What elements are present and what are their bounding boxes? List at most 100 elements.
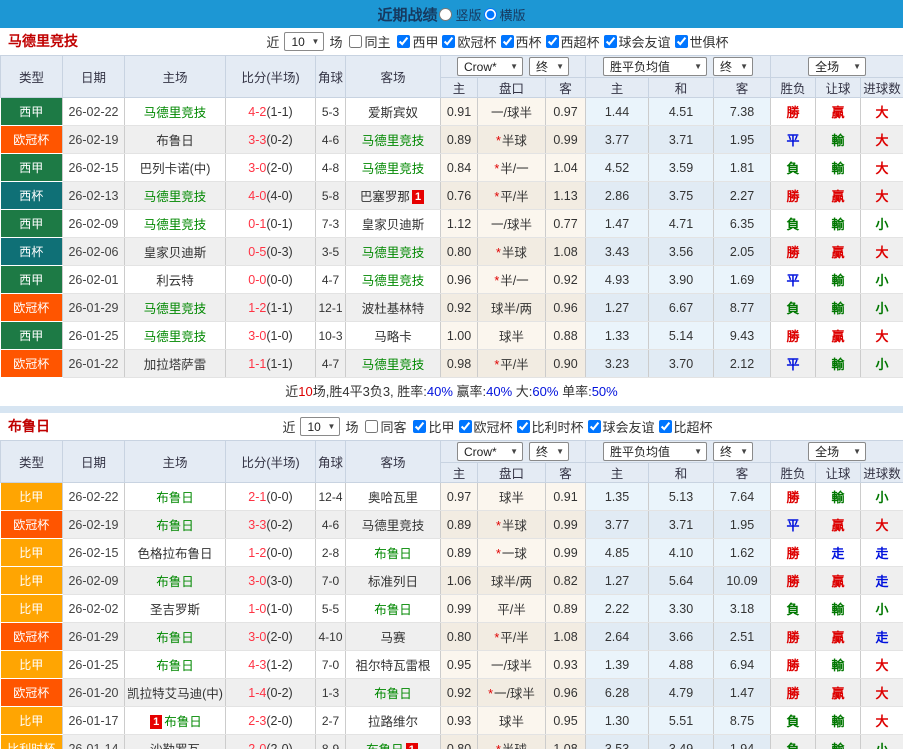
- handicap-away-odds: 0.99: [545, 125, 587, 154]
- wdl-result: 勝: [770, 237, 817, 266]
- away-team[interactable]: 马德里竞技: [362, 358, 425, 372]
- vertical-radio[interactable]: [439, 7, 453, 21]
- avg-home-odds: 1.39: [585, 650, 650, 679]
- league-checkbox[interactable]: [442, 35, 456, 48]
- scope-select[interactable]: 全场: [808, 57, 867, 76]
- league-checkbox[interactable]: [413, 420, 427, 433]
- note-badge: 1: [150, 715, 163, 729]
- bookmaker-select[interactable]: Crow*: [457, 442, 524, 461]
- match-date: 26-02-22: [62, 482, 125, 511]
- league-checkbox[interactable]: [545, 35, 559, 48]
- away-team[interactable]: 马德里竞技: [362, 134, 425, 148]
- home-team-cell: 布鲁日: [124, 510, 226, 539]
- col-away: 客场: [345, 440, 441, 483]
- col-handicap: 盘口: [477, 77, 546, 98]
- halftime-score: (0-1): [266, 216, 293, 231]
- away-team[interactable]: 布鲁日: [374, 687, 412, 701]
- layout-radio-horizontal[interactable]: 横版: [483, 5, 526, 24]
- match-count-select[interactable]: 10: [300, 417, 341, 436]
- horizontal-radio[interactable]: [483, 7, 497, 21]
- bookmaker-select[interactable]: Crow*: [457, 57, 524, 76]
- corners-cell: 8-9: [315, 734, 346, 749]
- league-checkbox[interactable]: [458, 420, 472, 433]
- layout-radio-vertical[interactable]: 竖版: [439, 5, 482, 24]
- same-away-check[interactable]: [365, 420, 379, 433]
- avg-final-value: 终: [720, 60, 733, 74]
- league-checkbox[interactable]: [658, 420, 672, 433]
- league-filter-西超杯[interactable]: 西超杯: [545, 32, 600, 51]
- home-team[interactable]: 布鲁日: [164, 715, 202, 729]
- league-filter-西甲[interactable]: 西甲: [397, 32, 438, 51]
- handicap-home-odds: 0.80: [440, 622, 478, 651]
- avg-away-odds: 1.47: [713, 678, 772, 707]
- wdl-result: 勝: [770, 181, 817, 210]
- away-team[interactable]: 马德里竞技: [362, 162, 425, 176]
- home-team[interactable]: 马德里竞技: [144, 106, 207, 120]
- handicap-star: *: [494, 162, 500, 176]
- corners-cell: 3-5: [315, 237, 346, 266]
- avg-select[interactable]: 胜平负均值: [603, 442, 708, 461]
- league-checkbox[interactable]: [500, 35, 514, 48]
- home-team[interactable]: 布鲁日: [156, 519, 194, 533]
- away-team[interactable]: 布鲁日: [374, 603, 412, 617]
- scope-select[interactable]: 全场: [808, 442, 867, 461]
- handicap-home-odds: 0.92: [440, 293, 478, 322]
- avg-select[interactable]: 胜平负均值: [603, 57, 708, 76]
- league-checkbox[interactable]: [397, 35, 411, 48]
- away-team[interactable]: 马德里竞技: [362, 246, 425, 260]
- halftime-score: (1-1): [266, 356, 293, 371]
- home-team[interactable]: 布鲁日: [156, 491, 194, 505]
- home-team[interactable]: 马德里竞技: [144, 330, 207, 344]
- corners-cell: 1-3: [315, 678, 346, 707]
- col-avg-away: 客: [713, 462, 772, 483]
- home-team[interactable]: 马德里竞技: [144, 302, 207, 316]
- odds-final-select[interactable]: 终: [529, 57, 570, 76]
- league-filter-比甲[interactable]: 比甲: [413, 417, 455, 436]
- match-count-select[interactable]: 10: [284, 32, 325, 51]
- away-team[interactable]: 布鲁日: [374, 547, 412, 561]
- match-date: 26-02-09: [62, 209, 125, 238]
- score-cell: 4-0(4-0): [225, 181, 316, 210]
- handicap-star: *: [494, 358, 500, 372]
- league-checkbox[interactable]: [603, 35, 617, 48]
- same-home-checkbox[interactable]: 同主: [349, 32, 390, 51]
- same-home-check[interactable]: [349, 35, 363, 48]
- home-team[interactable]: 布鲁日: [156, 575, 194, 589]
- match-date: 26-02-19: [62, 125, 125, 154]
- match-date: 26-01-25: [62, 650, 125, 679]
- fulltime-score: 0-1: [248, 216, 267, 231]
- home-team-cell: 马德里竞技: [124, 181, 226, 210]
- home-team[interactable]: 马德里竞技: [144, 218, 207, 232]
- score-cell: 2-3(2-0): [225, 706, 316, 735]
- handicap-star: *: [496, 134, 501, 148]
- odds-final-select[interactable]: 终: [529, 442, 570, 461]
- league-filter-欧冠杯[interactable]: 欧冠杯: [458, 417, 513, 436]
- league-filter-球会友谊[interactable]: 球会友谊: [587, 417, 655, 436]
- league-checkbox[interactable]: [587, 420, 601, 433]
- league-filter-世俱杯[interactable]: 世俱杯: [674, 32, 729, 51]
- same-away-checkbox[interactable]: 同客: [365, 417, 406, 436]
- col-score: 比分(半场): [225, 440, 316, 483]
- league-filter-西杯[interactable]: 西杯: [500, 32, 542, 51]
- away-team[interactable]: 马德里竞技: [362, 274, 425, 288]
- league-filter-球会友谊[interactable]: 球会友谊: [603, 32, 671, 51]
- league-filter-欧冠杯[interactable]: 欧冠杯: [442, 32, 497, 51]
- wdl-result: 平: [770, 125, 817, 154]
- home-team[interactable]: 布鲁日: [156, 631, 194, 645]
- home-team[interactable]: 马德里竞技: [144, 190, 207, 204]
- league-filter-比利时杯[interactable]: 比利时杯: [516, 417, 584, 436]
- avg-final-select[interactable]: 终: [713, 442, 754, 461]
- away-team: 皇家贝迪斯: [361, 218, 425, 232]
- col-avg-home: 主: [585, 462, 650, 483]
- handicap-result: 贏: [815, 678, 862, 707]
- away-team[interactable]: 布鲁日: [366, 743, 404, 749]
- away-team-cell: 马德里竞技: [345, 510, 441, 539]
- scope-group-header: 全场: [770, 440, 903, 463]
- league-checkbox[interactable]: [674, 35, 688, 48]
- avg-final-select[interactable]: 终: [713, 57, 754, 76]
- home-team[interactable]: 布鲁日: [156, 659, 194, 673]
- halftime-score: (0-0): [266, 272, 293, 287]
- goals-result: 大: [860, 153, 903, 182]
- league-filter-比超杯[interactable]: 比超杯: [658, 417, 713, 436]
- league-checkbox[interactable]: [516, 420, 530, 433]
